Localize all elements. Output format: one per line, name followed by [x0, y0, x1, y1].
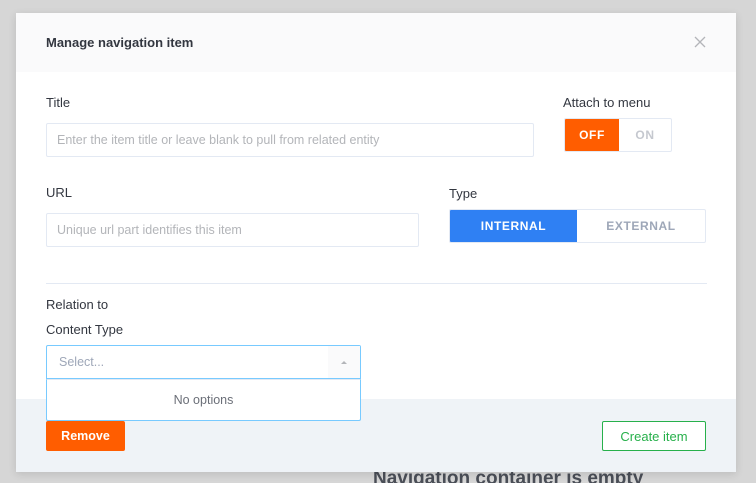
type-internal-option[interactable]: INTERNAL [450, 210, 577, 242]
create-item-button[interactable]: Create item [602, 421, 706, 451]
select-placeholder: Select... [59, 355, 105, 369]
attach-to-menu-toggle: OFF ON [564, 118, 672, 152]
close-icon[interactable] [692, 34, 708, 50]
manage-navigation-item-modal: Manage navigation item Title Attach to m… [16, 13, 736, 472]
title-input[interactable] [46, 123, 534, 157]
remove-button[interactable]: Remove [46, 421, 125, 451]
content-type-select[interactable]: Select... [46, 345, 361, 379]
type-label: Type [449, 186, 478, 201]
modal-header: Manage navigation item [16, 13, 736, 72]
url-label: URL [46, 185, 73, 200]
no-options-message: No options [173, 393, 234, 407]
content-type-dropdown-menu: No options [46, 379, 361, 421]
chevron-up-icon[interactable] [328, 346, 360, 378]
type-toggle: INTERNAL EXTERNAL [449, 209, 706, 243]
modal-title: Manage navigation item [46, 35, 194, 50]
attach-to-menu-label: Attach to menu [563, 95, 651, 110]
type-external-option[interactable]: EXTERNAL [577, 210, 705, 242]
relation-label: Relation to [46, 297, 109, 312]
content-type-label: Content Type [46, 322, 124, 337]
attach-off-option[interactable]: OFF [565, 119, 619, 151]
title-label: Title [46, 95, 71, 110]
section-divider [46, 283, 707, 284]
attach-on-option[interactable]: ON [619, 119, 671, 151]
url-input[interactable] [46, 213, 419, 247]
